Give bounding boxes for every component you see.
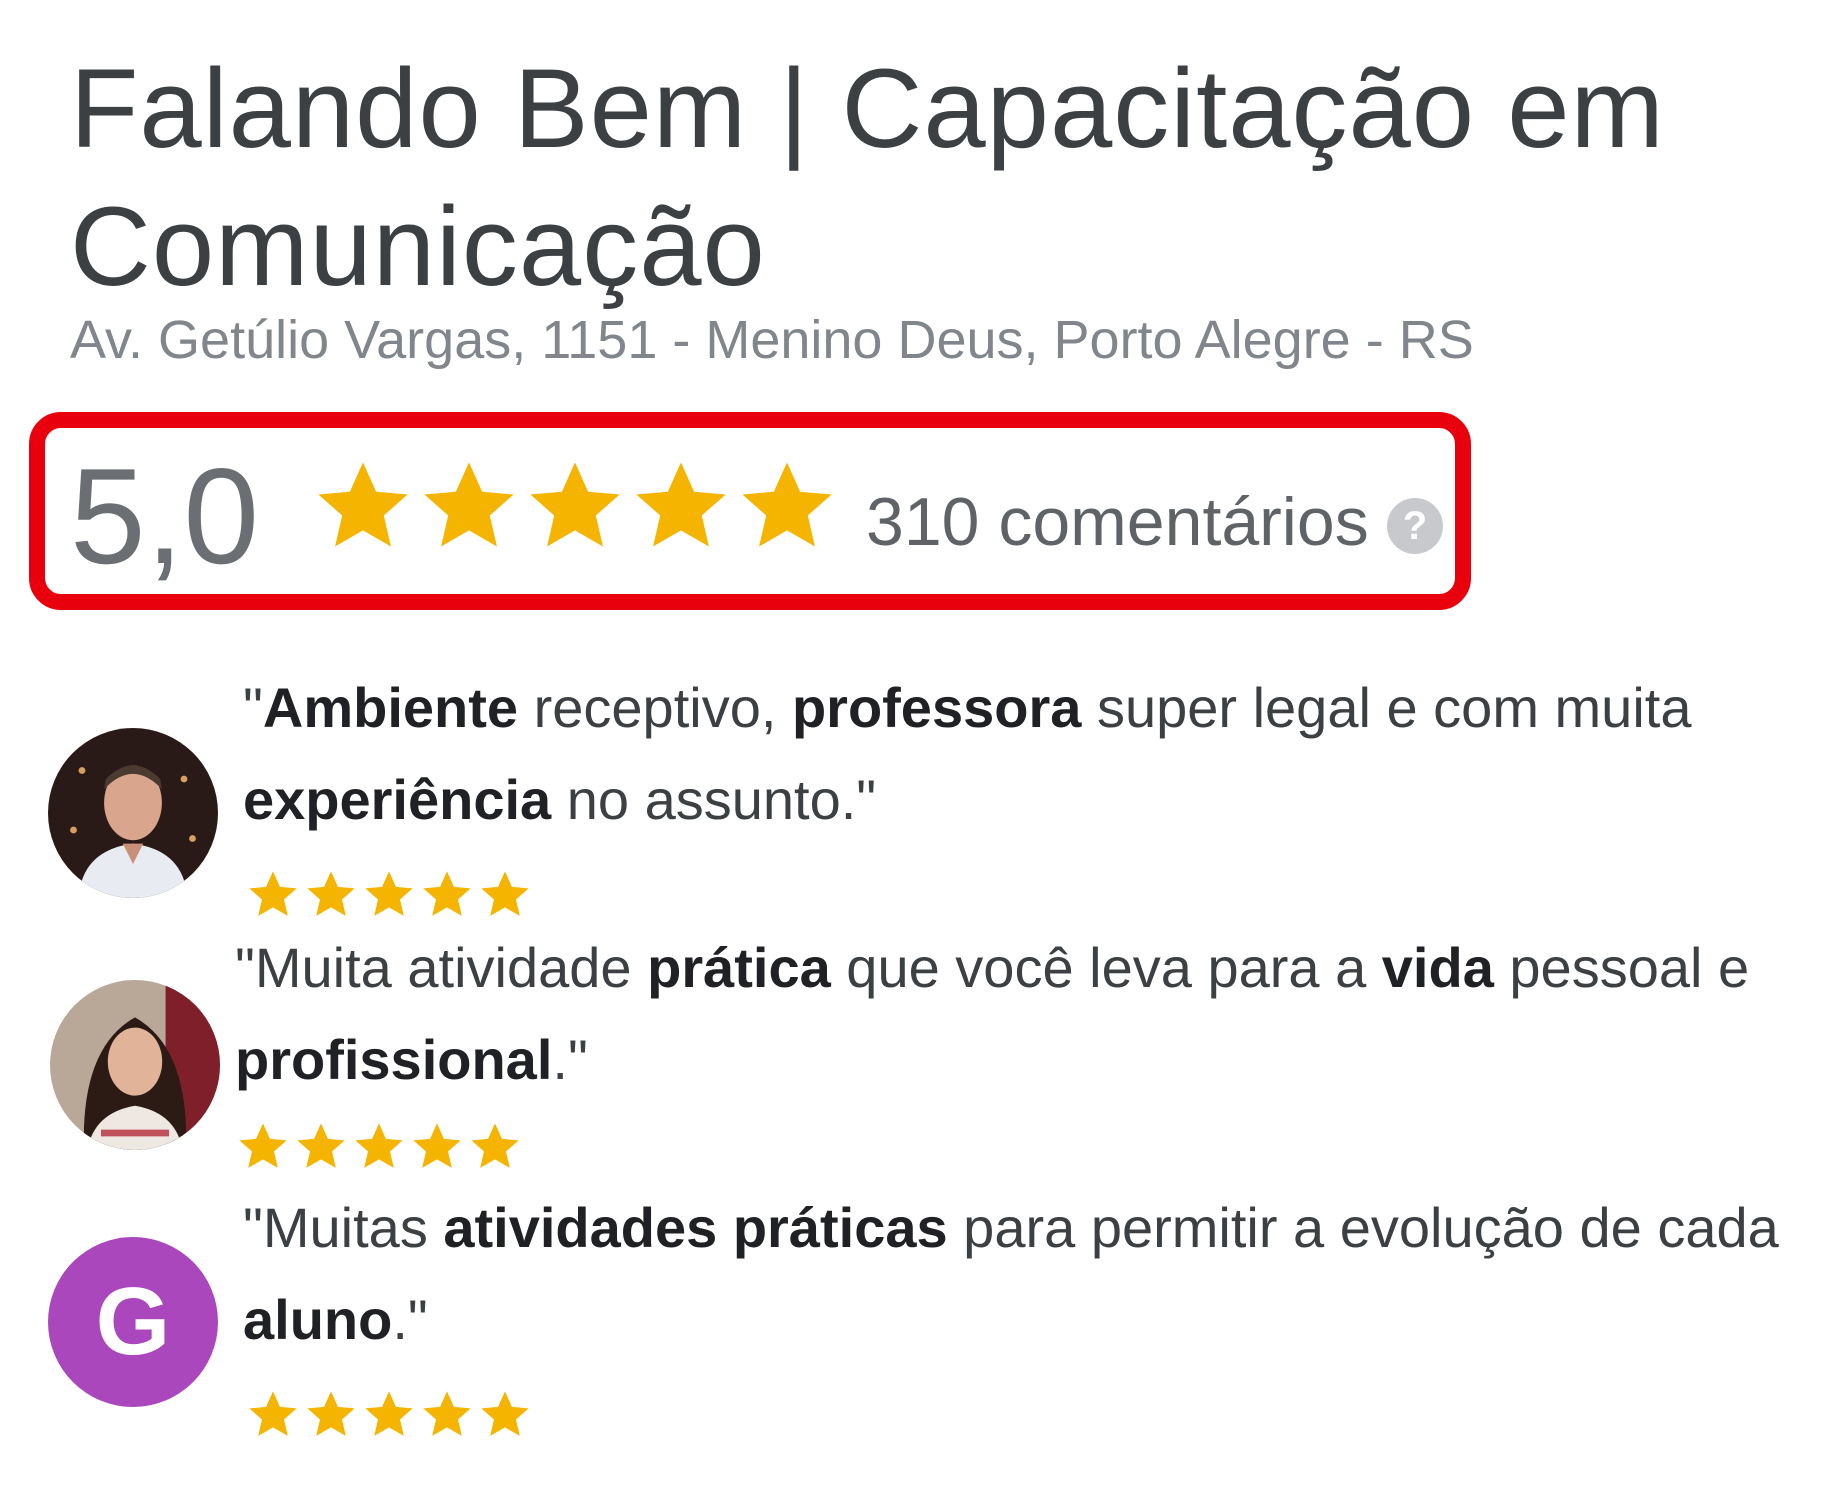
review-stars (246, 1388, 532, 1442)
rating-value: 5,0 (70, 440, 260, 592)
review-text-bold: Ambiente (262, 676, 519, 739)
review-text-segment: no assunto." (551, 768, 877, 831)
reviewer-avatar (50, 980, 220, 1150)
star-icon (636, 462, 726, 547)
review-text-bold: aluno (243, 1288, 393, 1351)
review-count-link[interactable]: 310 comentários (866, 484, 1369, 560)
star-icon (307, 1391, 355, 1436)
review-text-bold: experiência (243, 768, 552, 831)
business-title: Falando Bem | Capacitação em Comunicação (70, 46, 1665, 309)
star-icon (424, 462, 514, 547)
business-address: Av. Getúlio Vargas, 1151 - Menino Deus, … (70, 310, 1474, 370)
star-icon (355, 1123, 403, 1168)
review-text: "Ambiente receptivo, professora super le… (243, 662, 1803, 846)
star-icon (318, 462, 408, 547)
reviewer-avatar (48, 728, 218, 898)
review-text-segment: receptivo, (518, 676, 792, 739)
avatar-photo-man (48, 728, 218, 898)
star-icon (365, 1391, 413, 1436)
review-text: "Muitas atividades práticas para permiti… (243, 1182, 1803, 1366)
star-icon (481, 1391, 529, 1436)
review-text-bold: prática (647, 936, 831, 999)
review-text-segment: ." (392, 1288, 428, 1351)
star-icon (239, 1123, 287, 1168)
review-stars (236, 1120, 522, 1174)
star-icon (307, 871, 355, 916)
review-text-segment: "Muita atividade (235, 936, 648, 999)
star-icon (413, 1123, 461, 1168)
star-icon (471, 1123, 519, 1168)
review-text-segment: " (243, 676, 263, 739)
review-text: "Muita atividade prática que você leva p… (235, 922, 1795, 1106)
review-text-bold: vida (1381, 936, 1494, 999)
star-icon (481, 871, 529, 916)
review-text-segment: para permitir a evolução de cada (947, 1196, 1779, 1259)
review-text-segment: pessoal e (1493, 936, 1750, 999)
star-icon (530, 462, 620, 547)
review-text-segment: que você leva para a (830, 936, 1382, 999)
rating-stars (312, 456, 838, 558)
star-icon (423, 1391, 471, 1436)
star-icon (423, 871, 471, 916)
star-icon (742, 462, 832, 547)
star-icon (297, 1123, 345, 1168)
reviewer-avatar-letter: G (48, 1237, 218, 1407)
review-text-bold: profissional (235, 1028, 553, 1091)
help-icon[interactable]: ? (1387, 498, 1443, 554)
star-icon (249, 1391, 297, 1436)
review-text-segment: super legal e com muita (1081, 676, 1692, 739)
review-text-segment: ." (552, 1028, 588, 1091)
star-icon (249, 871, 297, 916)
star-icon (365, 871, 413, 916)
review-text-bold: professora (791, 676, 1082, 739)
review-text-segment: "Muitas (243, 1196, 444, 1259)
review-text-bold: atividades práticas (443, 1196, 948, 1259)
review-stars (246, 868, 532, 922)
avatar-photo-woman (50, 980, 220, 1150)
